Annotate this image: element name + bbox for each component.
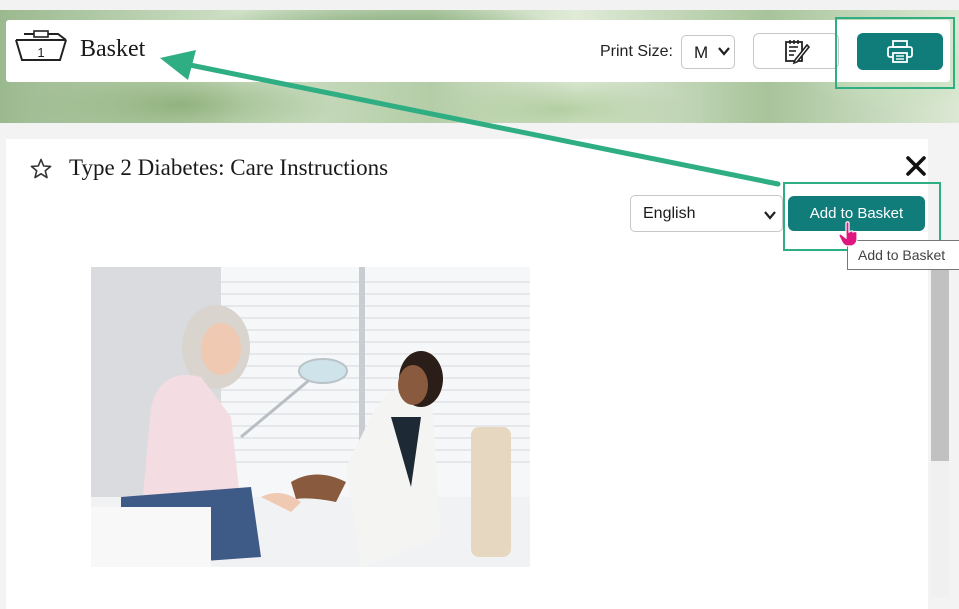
- chevron-down-icon: [718, 47, 730, 56]
- star-outline-icon[interactable]: [30, 158, 52, 180]
- language-value: English: [643, 205, 696, 222]
- basket-header-bar: 1 Basket Print Size: M: [6, 20, 950, 82]
- chevron-down-icon: [764, 211, 776, 220]
- print-button-highlight: [835, 17, 955, 89]
- top-strip: [0, 0, 959, 10]
- print-size-value: M: [694, 43, 709, 62]
- notes-pencil-icon: [785, 40, 811, 65]
- item-title: Type 2 Diabetes: Care Instructions: [69, 155, 389, 180]
- basket-icon[interactable]: 1: [14, 30, 70, 70]
- print-size-label: Print Size:: [600, 43, 673, 60]
- notes-button[interactable]: [753, 33, 839, 69]
- close-x-icon[interactable]: [905, 155, 927, 177]
- hand-pointer-cursor-icon: [838, 221, 858, 247]
- doctor-patient-photo: [91, 267, 530, 567]
- basket-count: 1: [37, 45, 44, 60]
- basket-title: Basket: [80, 36, 146, 62]
- print-size-select[interactable]: M: [681, 35, 735, 69]
- add-to-basket-tooltip: Add to Basket: [847, 240, 959, 270]
- language-select[interactable]: English: [630, 195, 783, 232]
- scrollbar-thumb[interactable]: [931, 266, 949, 461]
